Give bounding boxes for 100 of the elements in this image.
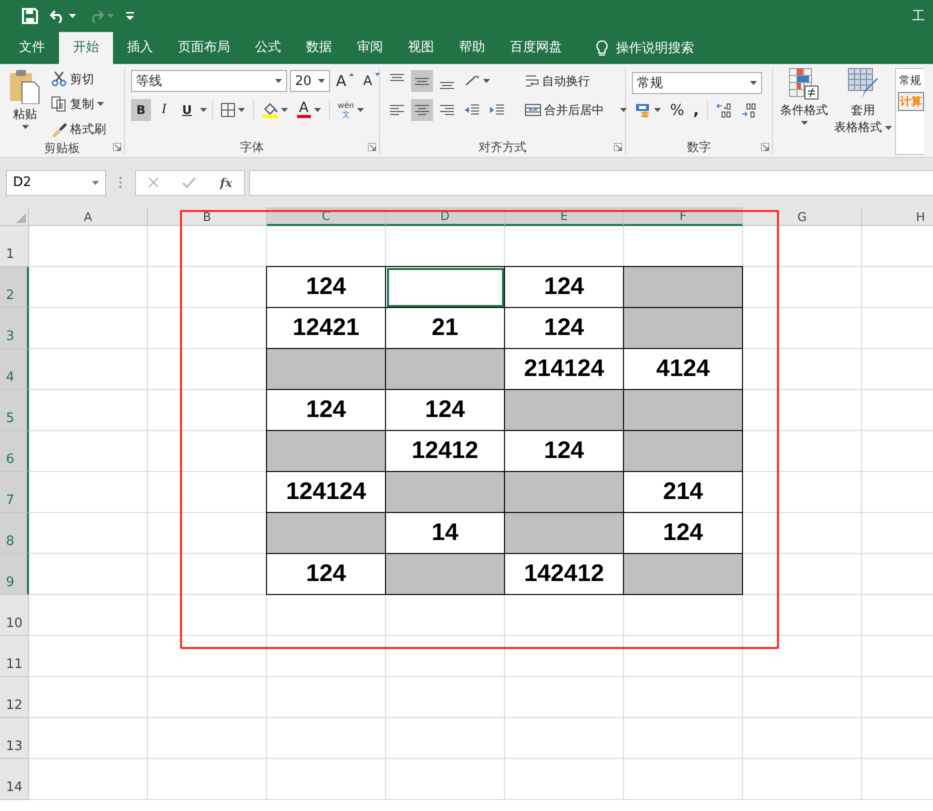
ribbon-tab[interactable]: 开始 [59, 32, 113, 64]
font-size-dropdown[interactable]: 20 [290, 70, 330, 92]
number-format-dropdown[interactable]: 常规 [632, 72, 762, 94]
ribbon-tab[interactable]: 公式 [244, 32, 292, 64]
format-as-table-button[interactable]: 套用 表格格式 [831, 68, 895, 155]
ribbon-tab[interactable]: 数据 [295, 32, 343, 64]
table-cell[interactable]: 12421 [267, 308, 386, 349]
format-painter-button[interactable]: 格式刷 [48, 118, 109, 140]
shaded-cell[interactable] [267, 431, 386, 472]
shaded-cell[interactable] [624, 390, 743, 431]
font-style-button[interactable]: B [131, 99, 151, 121]
shaded-cell[interactable] [624, 308, 743, 349]
table-cell[interactable]: 12412 [386, 431, 505, 472]
shaded-cell[interactable] [505, 513, 624, 554]
cell-style-item[interactable]: 常规 [898, 72, 924, 89]
insert-function-button[interactable]: fx [218, 174, 234, 192]
tell-me-search[interactable]: 操作说明搜索 [590, 32, 700, 64]
caret-icon [97, 102, 104, 106]
paste-button[interactable]: 粘贴 [6, 68, 44, 140]
shaded-cell[interactable] [386, 472, 505, 513]
caret-icon [275, 79, 282, 83]
row-header[interactable]: 10 [0, 595, 29, 636]
caret-icon [314, 108, 321, 112]
ribbon-tab[interactable]: 视图 [397, 32, 445, 64]
font-style-button[interactable]: I [154, 99, 174, 121]
comma-button[interactable]: , [690, 99, 702, 121]
column-header[interactable]: A [29, 207, 148, 226]
align-button[interactable] [411, 99, 433, 121]
row-header[interactable]: 5 [0, 390, 29, 431]
table-cell[interactable]: 4124 [624, 349, 743, 390]
row-header[interactable]: 8 [0, 513, 29, 554]
table-cell[interactable]: 14 [386, 513, 505, 554]
ribbon-tab[interactable]: 审阅 [346, 32, 394, 64]
table-cell[interactable]: 124124 [267, 472, 386, 513]
save-button[interactable] [20, 6, 40, 26]
row-header[interactable]: 13 [0, 718, 29, 759]
shrink-font-button[interactable]: A [360, 70, 384, 92]
wrap-text-button[interactable]: 自动换行 [522, 68, 630, 94]
shaded-cell[interactable] [267, 349, 386, 390]
customize-button[interactable] [124, 10, 136, 22]
align-button[interactable] [411, 70, 433, 92]
row-header[interactable]: 9 [0, 554, 29, 595]
group-label: 对齐方式 [478, 139, 526, 155]
column-header[interactable]: G [743, 207, 862, 226]
row-header[interactable]: 14 [0, 759, 29, 800]
name-box[interactable]: D2 [6, 170, 106, 196]
table-cell[interactable]: 124 [505, 267, 624, 308]
font-color-button[interactable]: A [294, 99, 324, 121]
caret-icon [281, 108, 288, 112]
shaded-cell[interactable] [505, 472, 624, 513]
table-cell[interactable]: 142412 [505, 554, 624, 595]
cut-button[interactable]: 剪切 [48, 68, 109, 90]
table-cell[interactable]: 124 [267, 554, 386, 595]
row-header[interactable]: 12 [0, 677, 29, 718]
shaded-cell[interactable] [505, 390, 624, 431]
table-cell[interactable]: 21 [386, 308, 505, 349]
column-header[interactable]: B [148, 207, 267, 226]
caret-icon [483, 79, 490, 83]
table-cell[interactable]: 124 [267, 267, 386, 308]
percent-button[interactable]: % [667, 99, 688, 121]
shaded-cell[interactable] [624, 267, 743, 308]
save-icon [22, 8, 38, 24]
shaded-cell[interactable] [386, 349, 505, 390]
row-header[interactable]: 2 [0, 267, 29, 308]
formula-input[interactable] [249, 170, 933, 196]
ribbon-tab[interactable]: 帮助 [448, 32, 496, 64]
merge-center-button[interactable]: 合并后居中 [522, 97, 630, 123]
table-cell[interactable]: 124 [624, 513, 743, 554]
font-name-dropdown[interactable]: 等线 [131, 70, 287, 92]
shaded-cell[interactable] [267, 513, 386, 554]
shaded-cell[interactable] [386, 554, 505, 595]
ribbon-tab[interactable]: 百度网盘 [499, 32, 573, 64]
active-cell[interactable] [386, 267, 505, 308]
row-header[interactable]: 6 [0, 431, 29, 472]
caret-icon [800, 121, 808, 125]
row-header[interactable]: 11 [0, 636, 29, 677]
ribbon-tab[interactable]: 页面布局 [167, 32, 241, 64]
row-header[interactable]: 1 [0, 226, 29, 267]
grow-font-button[interactable]: A [333, 70, 358, 92]
column-header[interactable]: H [862, 207, 933, 226]
table-cell[interactable]: 124 [505, 431, 624, 472]
shaded-cell[interactable] [624, 554, 743, 595]
phonetic-guide-button[interactable]: wén 文 [334, 99, 368, 121]
align-middle-icon [415, 78, 429, 84]
row-header[interactable]: 7 [0, 472, 29, 513]
table-cell[interactable]: 124 [505, 308, 624, 349]
caret-icon [107, 14, 114, 18]
ribbon-tab[interactable]: 文件 [8, 32, 56, 64]
font-style-button[interactable]: U [177, 99, 197, 121]
shaded-cell[interactable] [624, 431, 743, 472]
table-cell[interactable]: 214 [624, 472, 743, 513]
conditional-formatting-button[interactable]: 条件格式 [777, 68, 831, 155]
copy-button[interactable]: 复制 [48, 93, 109, 115]
table-cell[interactable]: 124 [386, 390, 505, 431]
row-header[interactable]: 3 [0, 308, 29, 349]
row-header[interactable]: 4 [0, 349, 29, 390]
ribbon-tab[interactable]: 插入 [116, 32, 164, 64]
dialog-launcher-icon [761, 143, 769, 151]
table-cell[interactable]: 214124 [505, 349, 624, 390]
table-cell[interactable]: 124 [267, 390, 386, 431]
